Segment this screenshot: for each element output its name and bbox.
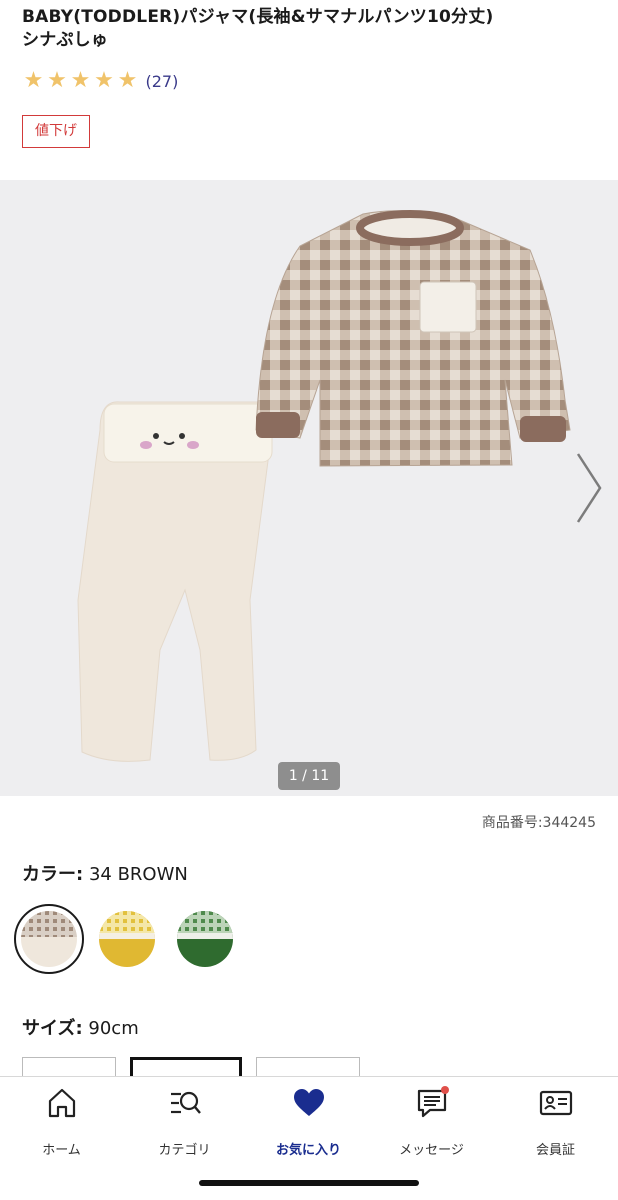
home-icon [48, 1088, 75, 1118]
star-icon: ★ [47, 68, 67, 93]
color-selection-label: カラー: 34 BROWN [22, 860, 188, 886]
rating-stars: ★ ★ ★ ★ ★ [22, 70, 140, 92]
tab-member-card[interactable]: 会員証 [494, 1085, 617, 1158]
message-icon [417, 1086, 449, 1118]
tab-message[interactable]: メッセージ [370, 1085, 493, 1158]
color-swatch-green[interactable] [170, 904, 240, 974]
star-icon: ★ [23, 68, 44, 93]
color-value: 34 BROWN [88, 864, 188, 885]
home-indicator[interactable] [199, 1180, 419, 1186]
product-title: BABY(TODDLER)パジャマ(長袖&サマナルパンツ10分丈) シナぷしゅ [22, 6, 602, 52]
tab-home-label: ホーム [42, 1143, 81, 1158]
green-swatch-image [177, 911, 233, 967]
review-count-link[interactable]: (27) [146, 72, 179, 91]
tab-category[interactable]: カテゴリ [123, 1085, 246, 1158]
product-image-gallery[interactable]: 1 / 11 [0, 180, 618, 796]
tab-favorites[interactable]: お気に入り [247, 1085, 370, 1158]
tab-category-label: カテゴリ [158, 1143, 211, 1158]
brown-swatch-image [21, 911, 77, 967]
price-down-badge: 値下げ [22, 115, 90, 148]
tab-favorites-label: お気に入り [275, 1143, 341, 1158]
product-title-line-2: シナぷしゅ [22, 30, 108, 50]
star-icon: ★ [70, 68, 91, 93]
top-illustration [255, 210, 571, 467]
notification-dot-icon [440, 1086, 449, 1094]
color-swatches [14, 904, 248, 974]
chevron-right-icon[interactable] [574, 450, 604, 526]
color-swatch-yellow[interactable] [92, 904, 162, 974]
tab-member-card-label: 会員証 [535, 1143, 575, 1158]
yellow-swatch-image [99, 911, 155, 967]
star-icon: ★ [94, 68, 114, 93]
gallery-page-counter: 1 / 11 [278, 762, 340, 790]
member-card-icon [539, 1090, 572, 1116]
heart-icon [293, 1089, 324, 1116]
color-label-key: カラー: [22, 864, 84, 885]
rating[interactable]: ★ ★ ★ ★ ★ (27) [22, 68, 179, 94]
pants-illustration [77, 401, 273, 762]
product-title-line-1: BABY(TODDLER)パジャマ(長袖&サマナルパンツ10分丈) [22, 7, 494, 27]
tab-home[interactable]: ホーム [0, 1085, 123, 1158]
product-image [77, 210, 571, 762]
star-icon: ★ [117, 68, 138, 93]
color-swatch-brown[interactable] [14, 904, 84, 974]
size-value: 90cm [88, 1018, 139, 1039]
size-label-key: サイズ: [22, 1018, 83, 1039]
product-number: 商品番号:344245 [481, 815, 596, 831]
size-selection-label: サイズ: 90cm [22, 1014, 139, 1040]
category-search-icon [170, 1091, 201, 1114]
tab-message-label: メッセージ [399, 1143, 464, 1158]
